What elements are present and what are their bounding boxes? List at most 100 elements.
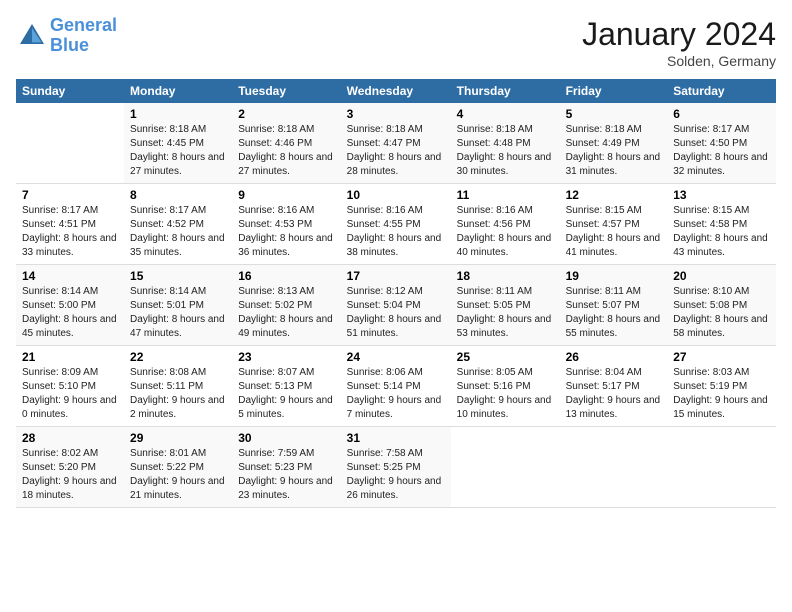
day-number: 12 (566, 188, 662, 202)
day-number: 2 (238, 107, 334, 121)
day-info: Sunrise: 8:16 AMSunset: 4:56 PMDaylight:… (457, 205, 552, 258)
day-info: Sunrise: 8:06 AMSunset: 5:14 PMDaylight:… (347, 367, 442, 420)
calendar-cell: 25Sunrise: 8:05 AMSunset: 5:16 PMDayligh… (451, 346, 560, 427)
day-info: Sunrise: 7:58 AMSunset: 5:25 PMDaylight:… (347, 448, 442, 501)
day-number: 31 (347, 431, 445, 445)
calendar-cell: 16Sunrise: 8:13 AMSunset: 5:02 PMDayligh… (232, 265, 340, 346)
day-info: Sunrise: 8:08 AMSunset: 5:11 PMDaylight:… (130, 367, 225, 420)
day-number: 21 (22, 350, 118, 364)
calendar-cell: 21 Sunrise: 8:09 AMSunset: 5:10 PMDayligh… (16, 346, 124, 427)
day-info: Sunrise: 8:03 AMSunset: 5:19 PMDaylight:… (673, 367, 768, 420)
day-info: Sunrise: 8:18 AMSunset: 4:45 PMDaylight:… (130, 124, 225, 177)
calendar-cell: 7Sunrise: 8:17 AMSunset: 4:51 PMDaylight… (16, 184, 124, 265)
calendar-cell: 22 Sunrise: 8:08 AMSunset: 5:11 PMDayligh… (124, 346, 232, 427)
day-number: 10 (347, 188, 445, 202)
calendar-cell: 17 Sunrise: 8:12 AMSunset: 5:04 PMDayligh… (341, 265, 451, 346)
day-info: Sunrise: 8:18 AMSunset: 4:49 PMDaylight:… (566, 124, 661, 177)
day-number: 1 (130, 107, 226, 121)
calendar-cell: 2 Sunrise: 8:18 AMSunset: 4:46 PMDaylight… (232, 103, 340, 184)
day-number: 16 (238, 269, 334, 283)
header-saturday: Saturday (667, 79, 776, 103)
calendar-cell: 5 Sunrise: 8:18 AMSunset: 4:49 PMDaylight… (560, 103, 668, 184)
title-block: January 2024 Solden, Germany (582, 16, 776, 69)
logo-general: General (50, 15, 117, 35)
day-number: 30 (238, 431, 334, 445)
header-sunday: Sunday (16, 79, 124, 103)
day-info: Sunrise: 7:59 AMSunset: 5:23 PMDaylight:… (238, 448, 333, 501)
day-info: Sunrise: 8:17 AMSunset: 4:50 PMDaylight:… (673, 124, 768, 177)
day-number: 14 (22, 269, 118, 283)
calendar-cell: 13 Sunrise: 8:15 AMSunset: 4:58 PMDayligh… (667, 184, 776, 265)
logo-blue: Blue (50, 35, 89, 55)
header-tuesday: Tuesday (232, 79, 340, 103)
calendar-cell: 18Sunrise: 8:11 AMSunset: 5:05 PMDayligh… (451, 265, 560, 346)
month-title: January 2024 (582, 16, 776, 53)
calendar-cell: 27 Sunrise: 8:03 AMSunset: 5:19 PMDayligh… (667, 346, 776, 427)
calendar-cell: 8Sunrise: 8:17 AMSunset: 4:52 PMDaylight… (124, 184, 232, 265)
page-header: General Blue January 2024 Solden, German… (16, 16, 776, 69)
day-number: 24 (347, 350, 445, 364)
day-info: Sunrise: 8:04 AMSunset: 5:17 PMDaylight:… (566, 367, 661, 420)
day-number: 17 (347, 269, 445, 283)
calendar-cell: 28 Sunrise: 8:02 AMSunset: 5:20 PMDayligh… (16, 427, 124, 508)
calendar-cell: 1 Sunrise: 8:18 AMSunset: 4:45 PMDaylight… (124, 103, 232, 184)
day-number: 26 (566, 350, 662, 364)
day-number: 6 (673, 107, 770, 121)
day-info: Sunrise: 8:01 AMSunset: 5:22 PMDaylight:… (130, 448, 225, 501)
calendar-cell (560, 427, 668, 508)
logo-icon (16, 20, 48, 52)
calendar-cell: 29Sunrise: 8:01 AMSunset: 5:22 PMDayligh… (124, 427, 232, 508)
day-number: 22 (130, 350, 226, 364)
day-info: Sunrise: 8:15 AMSunset: 4:58 PMDaylight:… (673, 205, 768, 258)
day-info: Sunrise: 8:02 AMSunset: 5:20 PMDaylight:… (22, 448, 117, 501)
logo: General Blue (16, 16, 117, 56)
calendar-cell: 6 Sunrise: 8:17 AMSunset: 4:50 PMDaylight… (667, 103, 776, 184)
day-number: 27 (673, 350, 770, 364)
header-thursday: Thursday (451, 79, 560, 103)
day-number: 8 (130, 188, 226, 202)
calendar-cell: 12 Sunrise: 8:15 AMSunset: 4:57 PMDayligh… (560, 184, 668, 265)
day-info: Sunrise: 8:10 AMSunset: 5:08 PMDaylight:… (673, 286, 768, 339)
day-info: Sunrise: 8:07 AMSunset: 5:13 PMDaylight:… (238, 367, 333, 420)
weekday-header-row: Sunday Monday Tuesday Wednesday Thursday… (16, 79, 776, 103)
calendar-cell: 10Sunrise: 8:16 AMSunset: 4:55 PMDayligh… (341, 184, 451, 265)
calendar-cell: 30 Sunrise: 7:59 AMSunset: 5:23 PMDayligh… (232, 427, 340, 508)
calendar-cell: 4Sunrise: 8:18 AMSunset: 4:48 PMDaylight… (451, 103, 560, 184)
calendar-cell (667, 427, 776, 508)
header-friday: Friday (560, 79, 668, 103)
calendar-cell: 24 Sunrise: 8:06 AMSunset: 5:14 PMDayligh… (341, 346, 451, 427)
calendar-cell: 26 Sunrise: 8:04 AMSunset: 5:17 PMDayligh… (560, 346, 668, 427)
day-number: 19 (566, 269, 662, 283)
day-info: Sunrise: 8:11 AMSunset: 5:07 PMDaylight:… (566, 286, 661, 339)
day-info: Sunrise: 8:15 AMSunset: 4:57 PMDaylight:… (566, 205, 661, 258)
calendar-table: Sunday Monday Tuesday Wednesday Thursday… (16, 79, 776, 508)
day-info: Sunrise: 8:12 AMSunset: 5:04 PMDaylight:… (347, 286, 442, 339)
calendar-cell: 20 Sunrise: 8:10 AMSunset: 5:08 PMDayligh… (667, 265, 776, 346)
day-number: 20 (673, 269, 770, 283)
day-number: 15 (130, 269, 226, 283)
day-info: Sunrise: 8:09 AMSunset: 5:10 PMDaylight:… (22, 367, 117, 420)
day-info: Sunrise: 8:14 AMSunset: 5:00 PMDaylight:… (22, 286, 117, 339)
day-info: Sunrise: 8:18 AMSunset: 4:46 PMDaylight:… (238, 124, 333, 177)
calendar-row-2: 14 Sunrise: 8:14 AMSunset: 5:00 PMDayligh… (16, 265, 776, 346)
calendar-cell: 15Sunrise: 8:14 AMSunset: 5:01 PMDayligh… (124, 265, 232, 346)
calendar-cell: 3 Sunrise: 8:18 AMSunset: 4:47 PMDaylight… (341, 103, 451, 184)
calendar-cell: 14 Sunrise: 8:14 AMSunset: 5:00 PMDayligh… (16, 265, 124, 346)
day-number: 5 (566, 107, 662, 121)
day-number: 28 (22, 431, 118, 445)
day-info: Sunrise: 8:17 AMSunset: 4:51 PMDaylight:… (22, 205, 117, 258)
calendar-row-3: 21 Sunrise: 8:09 AMSunset: 5:10 PMDayligh… (16, 346, 776, 427)
day-number: 25 (457, 350, 554, 364)
page-container: General Blue January 2024 Solden, German… (0, 0, 792, 518)
calendar-cell: 9Sunrise: 8:16 AMSunset: 4:53 PMDaylight… (232, 184, 340, 265)
day-info: Sunrise: 8:18 AMSunset: 4:47 PMDaylight:… (347, 124, 442, 177)
location-subtitle: Solden, Germany (582, 53, 776, 69)
day-number: 4 (457, 107, 554, 121)
logo-text: General Blue (50, 16, 117, 56)
calendar-row-1: 7Sunrise: 8:17 AMSunset: 4:51 PMDaylight… (16, 184, 776, 265)
day-number: 13 (673, 188, 770, 202)
calendar-row-0: 1 Sunrise: 8:18 AMSunset: 4:45 PMDaylight… (16, 103, 776, 184)
day-number: 3 (347, 107, 445, 121)
calendar-cell: 11Sunrise: 8:16 AMSunset: 4:56 PMDayligh… (451, 184, 560, 265)
day-info: Sunrise: 8:11 AMSunset: 5:05 PMDaylight:… (457, 286, 552, 339)
